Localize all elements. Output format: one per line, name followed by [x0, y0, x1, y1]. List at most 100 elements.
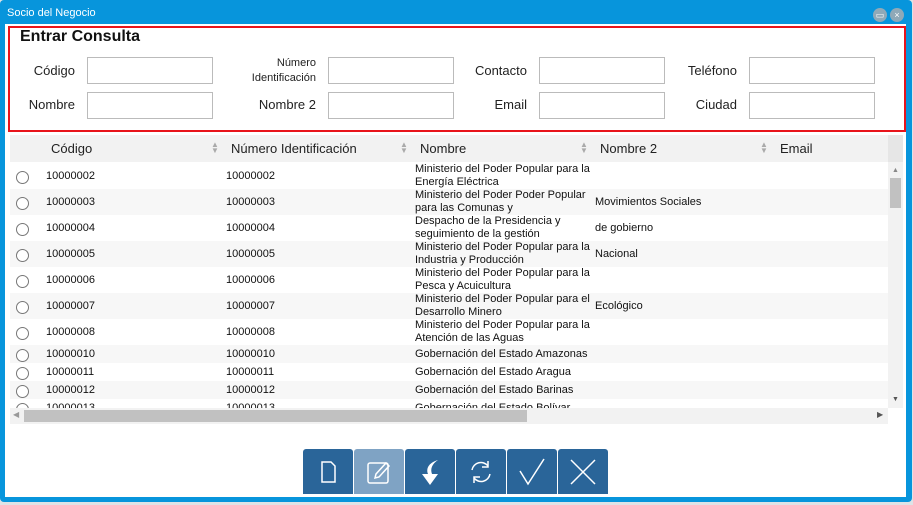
cell-codigo: 10000004 [46, 221, 95, 234]
row-radio[interactable] [16, 384, 29, 398]
cell-nombre: Gobernación del Estado Aragua [415, 365, 571, 378]
cell-nombre: Ministerio del Poder Popular para la Ene… [415, 163, 590, 188]
label-ciudad: Ciudad [695, 97, 737, 112]
close-icon[interactable]: × [890, 8, 904, 22]
horizontal-scroll-thumb[interactable] [24, 410, 527, 422]
cell-codigo: 10000012 [46, 383, 95, 396]
cancel-button[interactable] [558, 449, 608, 494]
row-radio[interactable] [16, 248, 29, 262]
vertical-scrollbar[interactable]: ▲ ▼ [888, 135, 903, 408]
cell-numero: 10000008 [226, 325, 275, 338]
cell-nombre: Ministerio del Poder Popular para la Ate… [415, 319, 590, 344]
table-row[interactable]: 10000012 10000012 Gobernación del Estado B… [10, 381, 888, 399]
back-button[interactable] [405, 449, 455, 494]
contacto-input[interactable] [539, 57, 665, 84]
cell-nombre2: Ecológico [595, 299, 643, 312]
query-legend: Entrar Consulta [20, 28, 141, 45]
horizontal-scrollbar[interactable]: ◀ ▶ [10, 408, 888, 424]
cell-numero: 10000003 [226, 195, 275, 208]
cell-nombre2: Movimientos Sociales [595, 195, 702, 208]
cell-nombre2: de gobierno [595, 221, 654, 234]
table-body: 10000002 10000002 Ministerio del Poder Pop… [0, 163, 913, 408]
email-input[interactable] [539, 92, 665, 119]
column-header-numero[interactable]: Número Identificación [231, 141, 357, 156]
sort-icon[interactable]: ▲ ▼ [211, 141, 219, 155]
cell-nombre2: Nacional [595, 247, 638, 260]
cell-nombre: Ministerio del Poder Poder Popular para … [415, 189, 586, 214]
cell-numero: 10000007 [226, 299, 275, 312]
edit-icon [367, 461, 391, 484]
accept-button[interactable] [507, 449, 557, 494]
cell-numero: 10000005 [226, 247, 275, 260]
restore-icon[interactable]: ▭ [873, 8, 887, 22]
table-row[interactable]: 10000008 10000008 Ministerio del Poder Pop… [10, 319, 888, 345]
table-row[interactable]: 10000006 10000006 Ministerio del Poder Pop… [10, 267, 888, 293]
table-row[interactable]: 10000013 10000013 Gobernación del Estado B… [10, 399, 888, 408]
table-row[interactable]: 10000010 10000010 Gobernación del Estado A… [10, 345, 888, 363]
nombre-input[interactable] [87, 92, 213, 119]
sort-icon[interactable]: ▲ ▼ [580, 141, 588, 155]
cell-numero: 10000011 [226, 365, 275, 378]
cell-codigo: 10000007 [46, 299, 95, 312]
column-header-nombre[interactable]: Nombre [420, 141, 466, 156]
label-numero-identificacion: Número Identificación [251, 57, 316, 84]
cell-codigo: 10000002 [46, 169, 95, 182]
toolbar [303, 449, 608, 494]
new-button[interactable] [303, 449, 353, 494]
cell-codigo: 10000008 [46, 325, 95, 338]
back-arrow-icon [422, 459, 438, 485]
cell-codigo: 10000006 [46, 273, 95, 286]
sort-icon[interactable]: ▲ ▼ [760, 141, 768, 155]
column-header-email[interactable]: Email [780, 141, 813, 156]
label-nombre2: Nombre 2 [258, 97, 316, 112]
table-row[interactable]: 10000004 10000004 Despacho de la Presidenc… [10, 215, 888, 241]
label-contacto: Contacto [474, 63, 527, 78]
telefono-input[interactable] [749, 57, 875, 84]
row-radio[interactable] [16, 274, 29, 288]
codigo-input[interactable] [87, 57, 213, 84]
sort-icon[interactable]: ▲ ▼ [400, 141, 408, 155]
label-telefono: Teléfono [687, 63, 737, 78]
cell-nombre: Despacho de la Presidencia y seguimiento… [415, 215, 561, 240]
refresh-button[interactable] [456, 449, 506, 494]
cell-codigo: 10000005 [46, 247, 95, 260]
row-radio[interactable] [16, 222, 29, 236]
new-document-icon [321, 460, 336, 483]
cell-codigo: 10000011 [46, 365, 95, 378]
table-row[interactable]: 10000005 10000005 Ministerio del Poder Pop… [10, 241, 888, 267]
nombre2-input[interactable] [328, 92, 454, 119]
row-radio[interactable] [16, 326, 29, 340]
label-email: Email [494, 97, 527, 112]
cell-nombre: Ministerio del Poder Popular para el Des… [415, 293, 590, 318]
table-row[interactable]: 10000007 10000007 Ministerio del Poder Pop… [10, 293, 888, 319]
cell-numero: 10000012 [226, 383, 275, 396]
table-row[interactable]: 10000003 10000003 Ministerio del Poder Pod… [10, 189, 888, 215]
cell-codigo: 10000010 [46, 347, 95, 360]
ok-check-icon [519, 458, 545, 485]
cell-numero: 10000004 [226, 221, 275, 234]
vertical-scroll-thumb[interactable] [890, 178, 901, 208]
ciudad-input[interactable] [749, 92, 875, 119]
row-radio[interactable] [16, 348, 29, 362]
row-radio[interactable] [16, 300, 29, 314]
cell-numero: 10000002 [226, 169, 275, 182]
row-radio[interactable] [16, 196, 29, 210]
cell-nombre: Ministerio del Poder Popular para la Ind… [415, 241, 590, 266]
column-header-nombre2[interactable]: Nombre 2 [600, 141, 657, 156]
cancel-x-icon [570, 458, 596, 485]
numero-identificacion-input[interactable] [328, 57, 454, 84]
edit-button[interactable] [354, 449, 404, 494]
label-codigo: Código [33, 63, 75, 78]
cell-nombre: Gobernación del Estado Amazonas [415, 347, 588, 360]
cell-nombre: Ministerio del Poder Popular para la Pes… [415, 267, 590, 292]
row-radio[interactable] [16, 366, 29, 380]
refresh-icon [471, 460, 491, 483]
row-radio[interactable] [16, 170, 29, 184]
table-row[interactable]: 10000002 10000002 Ministerio del Poder Pop… [10, 163, 888, 189]
cell-nombre: Gobernación del Estado Barinas [415, 383, 574, 396]
column-header-codigo[interactable]: Código [51, 141, 92, 156]
cell-numero: 10000010 [226, 347, 275, 360]
cell-codigo: 10000003 [46, 195, 95, 208]
cell-numero: 10000006 [226, 273, 275, 286]
table-row[interactable]: 10000011 10000011 Gobernación del Estado A… [10, 363, 888, 381]
